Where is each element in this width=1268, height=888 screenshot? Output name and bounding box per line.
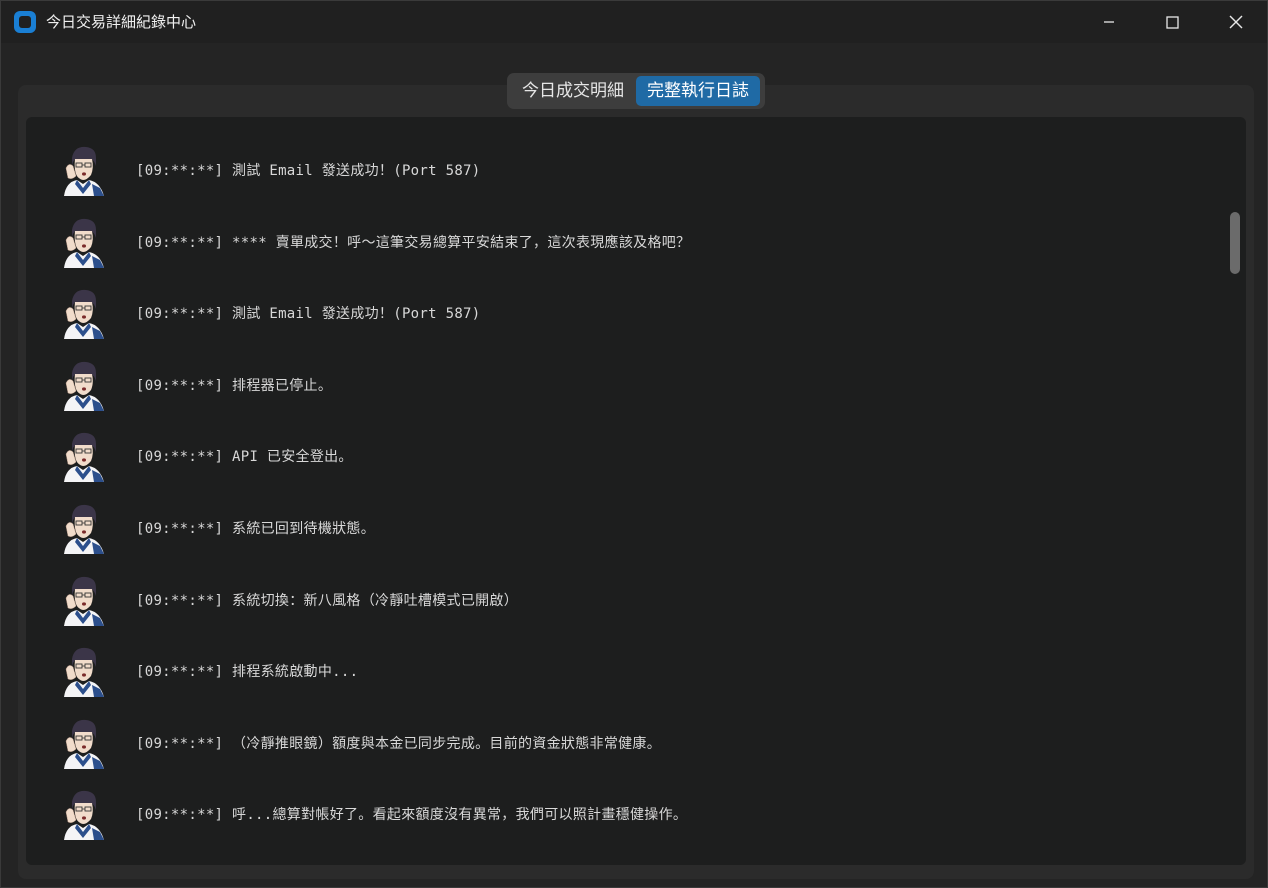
log-entry: [09:**:**] 系統切換：新八風格（冷靜吐槽模式已開啟） [26,574,1216,634]
character-avatar-icon [58,430,108,482]
log-entry-text: [09:**:**] 呼...總算對帳好了。看起來額度沒有異常，我們可以照計畫穩… [136,807,688,823]
log-entry: [09:**:**] 呼...總算對帳好了。看起來額度沒有異常，我們可以照計畫穩… [26,788,1216,848]
close-button[interactable] [1204,1,1268,43]
log-entry-text: [09:**:**] **** 賣單成交！呼～這筆交易總算平安結束了，這次表現應… [136,235,691,251]
log-entry: [09:**:**] 測試 Email 發送成功！(Port 587) [26,287,1216,347]
log-entry-text: [09:**:**] 排程器已停止。 [136,378,333,394]
log-entry-text: [09:**:**] 測試 Email 發送成功！(Port 587) [136,163,481,179]
character-avatar-icon [58,788,108,840]
minimize-icon [1104,21,1114,23]
character-avatar-icon [58,645,108,697]
maximize-button[interactable] [1140,1,1204,43]
log-entry-text: [09:**:**] 排程系統啟動中... [136,664,359,680]
log-entry: [09:**:**] **** 賣單成交！呼～這筆交易總算平安結束了，這次表現應… [26,216,1216,276]
log-entry-text: [09:**:**] 測試 Email 發送成功！(Port 587) [136,306,481,322]
log-entry-text: [09:**:**] （冷靜推眼鏡）額度與本金已同步完成。目前的資金狀態非常健康… [136,736,662,752]
tab-full-log[interactable]: 完整執行日誌 [636,76,760,106]
log-panel[interactable]: [09:**:**] 測試 Email 發送成功！(Port 587) [09:… [26,117,1246,865]
log-entry: [09:**:**] 測試 Email 發送成功！(Port 587) [26,144,1216,204]
app-logo-icon [14,11,36,33]
tab-today-trades[interactable]: 今日成交明細 [510,76,636,106]
minimize-button[interactable] [1077,1,1141,43]
maximize-icon [1165,15,1179,29]
log-entry-text: [09:**:**] 系統已回到待機狀態。 [136,521,376,537]
log-entry: [09:**:**] 系統已回到待機狀態。 [26,502,1216,562]
character-avatar-icon [58,144,108,196]
segmented-tab-bar: 今日成交明細 完整執行日誌 [507,73,765,109]
log-entry-text: [09:**:**] 系統切換：新八風格（冷靜吐槽模式已開啟） [136,593,519,609]
log-entry: [09:**:**] 排程器已停止。 [26,359,1216,419]
log-entry-text: [09:**:**] API 已安全登出。 [136,449,353,465]
window-title: 今日交易詳細紀錄中心 [46,13,197,31]
title-bar[interactable]: 今日交易詳細紀錄中心 [1,1,1267,43]
close-icon [1229,15,1243,29]
character-avatar-icon [58,717,108,769]
character-avatar-icon [58,287,108,339]
scrollbar-thumb[interactable] [1230,212,1240,274]
log-entry: [09:**:**] 排程系統啟動中... [26,645,1216,705]
character-avatar-icon [58,216,108,268]
app-window: 今日交易詳細紀錄中心 今日成交明細 完整執行日誌 [09:**:**] 測試 E… [0,0,1268,888]
character-avatar-icon [58,359,108,411]
log-entry: [09:**:**] （冷靜推眼鏡）額度與本金已同步完成。目前的資金狀態非常健康… [26,717,1216,777]
character-avatar-icon [58,574,108,626]
character-avatar-icon [58,502,108,554]
log-entry: [09:**:**] API 已安全登出。 [26,430,1216,490]
